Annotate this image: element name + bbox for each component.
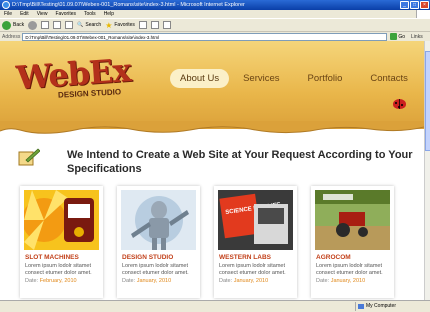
close-button[interactable]: ×: [420, 1, 429, 9]
scrollbar-thumb[interactable]: [425, 51, 430, 151]
favorites-label: Favorites: [114, 22, 135, 28]
search-icon: 🔍: [77, 22, 84, 28]
menu-view[interactable]: View: [37, 10, 48, 18]
print-button[interactable]: [162, 21, 171, 29]
refresh-button[interactable]: [53, 21, 62, 29]
portfolio-card[interactable]: DESIGN STUDIO Lorem ipsum lodolr sitamet…: [117, 186, 200, 298]
nav-services[interactable]: Services: [229, 73, 293, 84]
computer-icon: [358, 304, 364, 309]
portfolio-cards: SLOT MACHINES Lorem ipsum lodolr sitamet…: [20, 186, 394, 298]
design-studio-image[interactable]: [121, 190, 196, 250]
ladybug-icon: [393, 99, 406, 109]
date-value: January, 2010: [233, 278, 269, 284]
card-description: Lorem ipsum lodolr sitamet consect etume…: [316, 263, 383, 276]
card-date: Date: January, 2010: [316, 278, 365, 284]
date-value: January, 2010: [330, 278, 366, 284]
date-value: January, 2010: [136, 278, 172, 284]
menu-file[interactable]: File: [4, 10, 12, 18]
stop-button[interactable]: [41, 21, 50, 29]
status-bar: My Computer: [0, 300, 430, 312]
portfolio-card[interactable]: AGROCOM Lorem ipsum lodolr sitamet conse…: [311, 186, 394, 298]
title-bar: D:\Tmp\Bill\Testing\01.09.07\Webex-001_R…: [0, 0, 430, 10]
menu-edit[interactable]: Edit: [20, 10, 29, 18]
portfolio-card[interactable]: SCIENCE FOR LIFE WESTERN LABS Lorem ipsu…: [214, 186, 297, 298]
agrocom-image[interactable]: [315, 190, 390, 250]
site-header: WebEx DESIGN STUDIO About Us Services Po…: [0, 41, 424, 129]
internet-explorer-icon: [2, 1, 10, 9]
forward-button[interactable]: [28, 20, 38, 30]
card-date: Date: February, 2010: [25, 278, 77, 284]
torn-paper-edge: [0, 121, 424, 134]
maximize-button[interactable]: □: [410, 1, 419, 9]
security-zone: My Computer: [355, 302, 396, 311]
favorites-button[interactable]: ★ Favorites: [105, 21, 135, 30]
pencil-notepad-icon: [18, 148, 40, 166]
toolbar: Back 🔍 Search ★ Favorites: [0, 18, 430, 31]
address-label: Address: [2, 33, 21, 40]
go-arrow-icon: [390, 33, 398, 40]
minimize-button[interactable]: _: [400, 1, 409, 9]
zone-label: My Computer: [366, 303, 397, 309]
back-button[interactable]: Back: [2, 20, 25, 30]
links-button[interactable]: Links: [411, 34, 423, 40]
card-title[interactable]: SLOT MACHINES: [25, 254, 79, 261]
slot-machines-image[interactable]: [24, 190, 99, 250]
home-button[interactable]: [65, 21, 74, 29]
address-input[interactable]: D:\Tmp\Bill\Testing\01.09.07\Webex-001_R…: [22, 32, 388, 41]
site-logo-subtitle: DESIGN STUDIO: [57, 87, 122, 100]
back-label: Back: [13, 22, 25, 28]
card-date: Date: January, 2010: [219, 278, 268, 284]
menu-bar: File Edit View Favorites Tools Help: [0, 10, 430, 18]
page-viewport: WebEx DESIGN STUDIO About Us Services Po…: [0, 41, 424, 300]
card-title[interactable]: AGROCOM: [316, 254, 351, 261]
date-label: Date:: [316, 278, 330, 284]
go-label: Go: [398, 33, 406, 40]
western-labs-image[interactable]: SCIENCE FOR LIFE: [218, 190, 293, 250]
card-description: Lorem ipsum lodolr sitamet consect etume…: [219, 263, 286, 276]
intro-heading: We Intend to Create a Web Site at Your R…: [67, 149, 413, 175]
date-value: February, 2010: [39, 278, 77, 284]
star-icon: ★: [105, 20, 113, 30]
menu-tools[interactable]: Tools: [84, 10, 96, 18]
go-button[interactable]: Go: [390, 33, 405, 40]
card-title[interactable]: DESIGN STUDIO: [122, 254, 173, 261]
search-button[interactable]: 🔍 Search: [77, 22, 101, 28]
main-nav: About Us Services Portfolio Contacts: [170, 69, 422, 88]
menu-help[interactable]: Help: [104, 10, 114, 18]
history-button[interactable]: [138, 21, 147, 29]
windows-logo-icon: [416, 10, 430, 18]
card-date: Date: January, 2010: [122, 278, 171, 284]
date-label: Date:: [25, 278, 39, 284]
date-label: Date:: [219, 278, 233, 284]
vertical-scrollbar[interactable]: [424, 41, 430, 300]
nav-portfolio[interactable]: Portfolio: [294, 73, 357, 84]
nav-contacts[interactable]: Contacts: [356, 73, 422, 84]
card-description: Lorem ipsum lodolr sitamet consect etume…: [122, 263, 189, 276]
mail-button[interactable]: [150, 21, 159, 29]
card-description: Lorem ipsum lodolr sitamet consect etume…: [25, 263, 92, 276]
date-label: Date:: [122, 278, 136, 284]
card-title[interactable]: WESTERN LABS: [219, 254, 271, 261]
search-label: Search: [85, 22, 102, 28]
menu-favorites[interactable]: Favorites: [55, 10, 76, 18]
portfolio-card[interactable]: SLOT MACHINES Lorem ipsum lodolr sitamet…: [20, 186, 103, 298]
nav-about-us[interactable]: About Us: [170, 69, 230, 88]
address-bar: Address D:\Tmp\Bill\Testing\01.09.07\Web…: [0, 31, 430, 41]
back-arrow-icon: [2, 20, 11, 30]
window-title: D:\Tmp\Bill\Testing\01.09.07\Webex-001_R…: [12, 2, 245, 8]
